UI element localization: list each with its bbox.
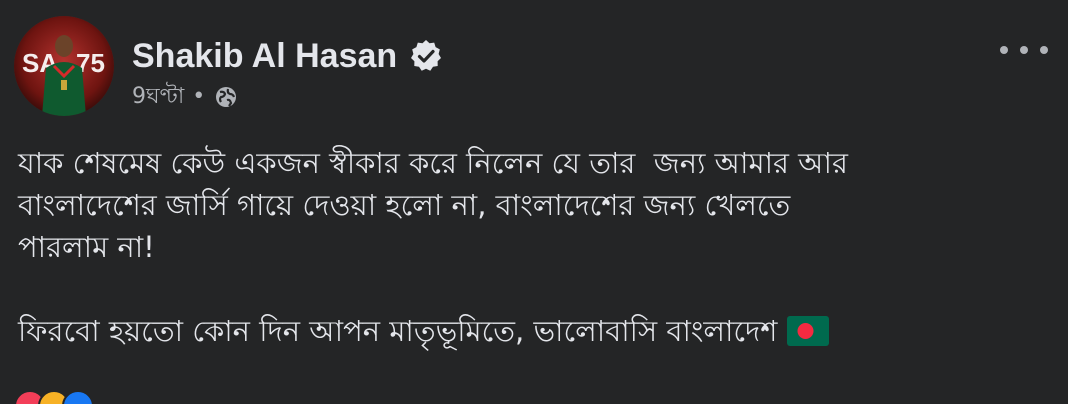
more-dot bbox=[1040, 46, 1048, 54]
verified-badge-icon bbox=[411, 40, 442, 71]
author-name[interactable]: Shakib Al Hasan bbox=[132, 36, 397, 76]
reaction-icons bbox=[14, 390, 94, 404]
avatar-image: SA 75 bbox=[14, 16, 114, 116]
post-body-line: যাক শেষমেষ কেউ একজন স্বীকার করে নিলেন যে… bbox=[18, 146, 848, 180]
author-avatar[interactable]: SA 75 bbox=[14, 16, 114, 116]
post-body-text: ফিরবো হয়তো কোন দিন আপন মাতৃভূমিতে, ভালো… bbox=[18, 314, 778, 348]
post-meta: 9ঘণ্টা • bbox=[132, 84, 239, 110]
post-body: যাক শেষমেষ কেউ একজন স্বীকার করে নিলেন যে… bbox=[18, 142, 1048, 352]
more-options-icon[interactable] bbox=[1000, 40, 1048, 60]
more-dot bbox=[1000, 46, 1008, 54]
more-dot bbox=[1020, 46, 1028, 54]
facebook-post: SA 75 Shakib Al Hasan 9ঘণ্টা • যাক শেষমে… bbox=[0, 0, 1068, 404]
post-timestamp[interactable]: 9ঘণ্টা bbox=[132, 84, 184, 110]
bangladesh-flag-icon bbox=[787, 316, 830, 346]
like-icon bbox=[62, 390, 94, 404]
meta-separator: • bbox=[192, 84, 206, 109]
post-header: SA 75 Shakib Al Hasan 9ঘণ্টা • bbox=[14, 16, 1054, 116]
globe-icon bbox=[216, 87, 237, 107]
author-name-row: Shakib Al Hasan bbox=[132, 36, 443, 76]
post-body-line-final: ফিরবো হয়তো কোন দিন আপন মাতৃভূমিতে, ভালো… bbox=[18, 310, 1048, 352]
post-body-line: পারলাম না! bbox=[18, 230, 155, 264]
post-body-line: বাংলাদেশের জার্সি গায়ে দেওয়া হলো না, ব… bbox=[18, 188, 791, 222]
reaction-summary[interactable] bbox=[14, 390, 102, 404]
